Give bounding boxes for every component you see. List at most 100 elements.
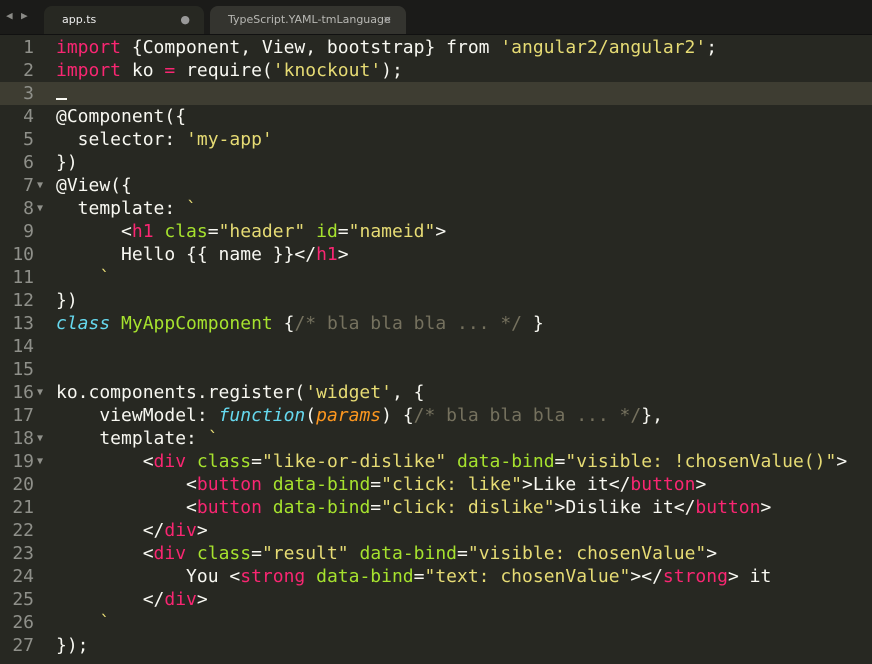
token-tx: = bbox=[337, 221, 349, 242]
code-text: </div> bbox=[56, 588, 208, 611]
token-kw: strong bbox=[240, 566, 306, 587]
token-tx: > bbox=[760, 497, 772, 518]
token-tx: require( bbox=[175, 60, 273, 81]
code-line[interactable]: 19 ▼ <div class="like-or-dislike" data-bi… bbox=[0, 450, 872, 473]
code-text: }) bbox=[56, 289, 78, 312]
tab-label: TypeScript.YAML-tmLanguage bbox=[228, 13, 391, 26]
code-editor[interactable]: 1 import {Component, View, bootstrap} fro… bbox=[0, 36, 872, 657]
token-tx: < bbox=[56, 221, 132, 242]
code-line[interactable]: 3 bbox=[0, 82, 872, 105]
back-arrow-icon[interactable]: ◀ bbox=[6, 9, 13, 22]
code-line[interactable]: 18 ▼ template: ` bbox=[0, 427, 872, 450]
token-tx: ko.components.register( bbox=[56, 382, 306, 403]
code-text: selector: 'my-app' bbox=[56, 128, 273, 151]
code-line[interactable]: 10 Hello {{ name }}</h1> bbox=[0, 243, 872, 266]
code-line[interactable]: 22 </div> bbox=[0, 519, 872, 542]
token-kw: h1 bbox=[316, 244, 338, 265]
token-tx: > bbox=[196, 520, 208, 541]
token-kw: button bbox=[196, 497, 262, 518]
line-number: 21 bbox=[12, 497, 34, 518]
token-tx: = bbox=[370, 474, 382, 495]
token-tx: = bbox=[370, 497, 382, 518]
token-str: "visible: chosenValue" bbox=[467, 543, 707, 564]
code-line[interactable]: 15 bbox=[0, 358, 872, 381]
code-line[interactable]: 9 <h1 clas="header" id="nameid"> bbox=[0, 220, 872, 243]
token-tx: > it bbox=[727, 566, 772, 587]
token-tx: > bbox=[196, 589, 208, 610]
fold-arrow-icon[interactable]: ▼ bbox=[37, 381, 43, 404]
fold-arrow-icon[interactable]: ▼ bbox=[37, 450, 43, 473]
line-number: 5 bbox=[23, 129, 34, 150]
modified-dot-icon[interactable]: ● bbox=[180, 6, 190, 34]
token-tx: </ bbox=[56, 520, 165, 541]
token-str: "click: like" bbox=[381, 474, 523, 495]
code-text: Hello {{ name }}</h1> bbox=[56, 243, 349, 266]
token-com: /* bla bla bla ... */ bbox=[413, 405, 642, 426]
token-kw: div bbox=[153, 451, 187, 472]
line-number: 19 bbox=[12, 451, 34, 472]
code-line[interactable]: 12}) bbox=[0, 289, 872, 312]
token-str: "text: chosenValue" bbox=[424, 566, 631, 587]
code-line[interactable]: 21 <button data-bind="click: dislike">Di… bbox=[0, 496, 872, 519]
token-tx: = bbox=[554, 451, 566, 472]
line-number: 12 bbox=[12, 290, 34, 311]
code-line[interactable]: 13 class MyAppComponent {/* bla bla bla .… bbox=[0, 312, 872, 335]
code-line[interactable]: 16 ▼ ko.components.register('widget', { bbox=[0, 381, 872, 404]
line-number: 10 bbox=[12, 244, 34, 265]
code-line[interactable]: 7 ▼ @View({ bbox=[0, 174, 872, 197]
token-tx: ; bbox=[706, 37, 718, 58]
token-tx: </ bbox=[56, 589, 165, 610]
line-number: 26 bbox=[12, 612, 34, 633]
code-text: template: ` bbox=[56, 427, 218, 450]
code-line[interactable]: 5 selector: 'my-app' bbox=[0, 128, 872, 151]
code-line[interactable]: 11 ` bbox=[0, 266, 872, 289]
fold-arrow-icon[interactable]: ▼ bbox=[37, 174, 43, 197]
code-line[interactable]: 17 viewModel: function(params) {/* bla b… bbox=[0, 404, 872, 427]
token-tx: viewModel: bbox=[56, 405, 219, 426]
code-line[interactable]: 27}); bbox=[0, 634, 872, 657]
code-line[interactable]: 8 ▼ template: ` bbox=[0, 197, 872, 220]
code-line[interactable]: 6}) bbox=[0, 151, 872, 174]
code-line[interactable]: 26 ` bbox=[0, 611, 872, 634]
fold-arrow-icon[interactable]: ▼ bbox=[37, 427, 43, 450]
code-line[interactable]: 23 <div class="result" data-bind="visibl… bbox=[0, 542, 872, 565]
token-ent: data-bind bbox=[261, 474, 371, 495]
token-ent: clas bbox=[153, 221, 208, 242]
line-number: 9 bbox=[23, 221, 34, 242]
token-tx: }) bbox=[56, 152, 78, 173]
token-tx: { bbox=[272, 313, 295, 334]
code-line[interactable]: 20 <button data-bind="click: like">Like … bbox=[0, 473, 872, 496]
code-text: }) bbox=[56, 151, 78, 174]
tab-typescript-yaml[interactable]: TypeScript.YAML-tmLanguage × bbox=[210, 6, 406, 34]
token-tx: < bbox=[56, 543, 154, 564]
token-str: 'angular2/angular2' bbox=[500, 37, 707, 58]
code-line[interactable]: 24 You <strong data-bind="text: chosenVa… bbox=[0, 565, 872, 588]
line-number: 3 bbox=[23, 83, 34, 104]
token-kw: import bbox=[56, 60, 122, 81]
close-icon[interactable]: × bbox=[383, 6, 392, 34]
line-number: 8 bbox=[23, 198, 34, 219]
code-line[interactable]: 2 import ko = require('knockout'); bbox=[0, 59, 872, 82]
line-number: 20 bbox=[12, 474, 34, 495]
token-str: "like-or-dislike" bbox=[261, 451, 447, 472]
code-line[interactable]: 4 @Component({ bbox=[0, 105, 872, 128]
forward-arrow-icon[interactable]: ▶ bbox=[21, 9, 28, 22]
code-line[interactable]: 14 bbox=[0, 335, 872, 358]
line-number: 15 bbox=[12, 359, 34, 380]
line-number: 22 bbox=[12, 520, 34, 541]
token-tx: > bbox=[337, 244, 349, 265]
token-tx: template: bbox=[56, 428, 208, 449]
token-str: "visible: !chosenValue()" bbox=[565, 451, 837, 472]
token-kw: h1 bbox=[131, 221, 154, 242]
token-ent: class bbox=[186, 451, 252, 472]
tab-app-ts[interactable]: app.ts ● bbox=[44, 6, 204, 34]
token-str: "click: dislike" bbox=[381, 497, 555, 518]
token-kw: = bbox=[164, 60, 176, 81]
code-line[interactable]: 25 </div> bbox=[0, 588, 872, 611]
token-tx: ); bbox=[381, 60, 403, 81]
fold-arrow-icon[interactable]: ▼ bbox=[37, 197, 43, 220]
code-line[interactable]: 1 import {Component, View, bootstrap} fro… bbox=[0, 36, 872, 59]
code-text: <div class="like-or-dislike" data-bind="… bbox=[56, 450, 847, 473]
line-number: 25 bbox=[12, 589, 34, 610]
token-kw: button bbox=[196, 474, 262, 495]
